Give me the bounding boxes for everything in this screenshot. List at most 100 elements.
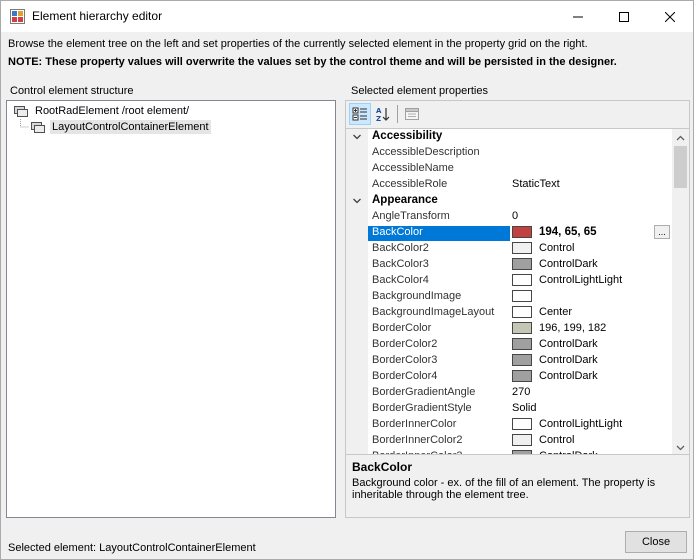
collapse-chevron-icon[interactable] xyxy=(352,196,362,206)
color-swatch xyxy=(512,370,532,382)
properties-group-label: Selected element properties xyxy=(351,85,488,97)
minimize-icon xyxy=(573,16,583,17)
property-value[interactable]: ControlDark xyxy=(512,450,598,454)
color-swatch xyxy=(512,242,532,254)
property-row[interactable]: BorderInnerColor2 Control xyxy=(346,433,672,449)
property-row[interactable]: AngleTransform 0 xyxy=(346,209,672,225)
property-grid[interactable]: Accessibility AccessibleDescription Access… xyxy=(346,128,689,455)
property-value[interactable]: ControlLightLight xyxy=(512,418,622,430)
help-text: Background color - ex. of the fill of an… xyxy=(352,477,656,501)
color-swatch xyxy=(512,434,532,446)
property-value[interactable]: 270 xyxy=(512,386,530,398)
property-row[interactable]: BorderColor 196, 199, 182 xyxy=(346,321,672,337)
app-icon xyxy=(10,9,25,24)
scroll-down-button[interactable] xyxy=(672,439,689,454)
property-help-pane: BackColor Background color - ex. of the … xyxy=(346,457,689,517)
property-row[interactable]: BackColor4 ControlLightLight xyxy=(346,273,672,289)
property-value[interactable]: Solid xyxy=(512,402,536,414)
property-name: BorderColor xyxy=(372,322,432,334)
property-value-text: Center xyxy=(539,306,573,318)
property-grid-toolbar: A Z xyxy=(346,101,689,127)
property-value[interactable]: Center xyxy=(512,306,572,318)
element-node-icon xyxy=(31,122,45,133)
property-name: BackColor3 xyxy=(372,258,429,270)
property-value[interactable]: Control xyxy=(512,434,574,446)
category-row[interactable]: Appearance xyxy=(346,193,672,209)
property-value[interactable]: ControlDark xyxy=(512,370,598,382)
vertical-scrollbar[interactable] xyxy=(672,129,689,454)
minimize-button[interactable] xyxy=(555,1,601,32)
color-swatch xyxy=(512,450,532,454)
property-value-text: ControlDark xyxy=(539,370,598,382)
property-row[interactable]: BackColor2 Control xyxy=(346,241,672,257)
property-row[interactable]: BorderColor2 ControlDark xyxy=(346,337,672,353)
property-value[interactable]: Control xyxy=(512,242,574,254)
alphabetical-button[interactable]: A Z xyxy=(372,103,394,125)
property-value-text: Control xyxy=(539,242,575,254)
maximize-icon xyxy=(619,11,629,22)
property-row[interactable]: BorderInnerColor3 ControlDark xyxy=(346,449,672,454)
description-text: Browse the element tree on the left and … xyxy=(8,38,588,50)
property-row[interactable]: BorderGradientStyle Solid xyxy=(346,401,672,417)
scroll-thumb[interactable] xyxy=(674,146,687,188)
property-value[interactable]: ControlDark xyxy=(512,258,598,270)
property-row[interactable]: BorderGradientAngle 270 xyxy=(346,385,672,401)
tree-node-root[interactable]: RootRadElement /root element/ xyxy=(13,103,191,119)
chevron-down-icon xyxy=(676,445,685,450)
category-label: Appearance xyxy=(372,194,438,206)
property-name: BorderInnerColor3 xyxy=(372,450,510,454)
close-window-button[interactable] xyxy=(647,1,693,32)
close-button[interactable]: Close xyxy=(625,531,687,553)
property-value-text: 194, 65, 65 xyxy=(539,226,597,238)
property-row[interactable]: BorderColor4 ControlDark xyxy=(346,369,672,385)
property-value[interactable]: 196, 199, 182 xyxy=(512,322,606,334)
property-row[interactable]: BackColor 194, 65, 65... xyxy=(346,225,672,241)
property-value[interactable]: ControlDark xyxy=(512,354,598,366)
property-name: BorderColor4 xyxy=(372,370,438,382)
property-row[interactable]: BorderInnerColor ControlLightLight xyxy=(346,417,672,433)
property-value-text: Control xyxy=(539,434,575,446)
property-row[interactable]: BackgroundImage xyxy=(346,289,672,305)
property-pages-button[interactable] xyxy=(401,103,423,125)
maximize-button[interactable] xyxy=(601,1,647,32)
property-name: BorderInnerColor2 xyxy=(372,434,463,446)
property-name: AngleTransform xyxy=(372,210,450,222)
property-name: BackColor4 xyxy=(372,274,429,286)
property-value[interactable]: ControlDark xyxy=(512,338,598,350)
property-name: AccessibleRole xyxy=(372,178,448,190)
property-value[interactable]: StaticText xyxy=(512,178,560,190)
property-row[interactable]: AccessibleDescription xyxy=(346,145,672,161)
property-name: BorderInnerColor xyxy=(372,418,457,430)
property-row[interactable]: AccessibleRole StaticText xyxy=(346,177,672,193)
property-value-text: 270 xyxy=(512,386,531,398)
property-name: BackColor xyxy=(368,226,510,241)
property-row[interactable]: BorderColor3 ControlDark xyxy=(346,353,672,369)
color-swatch xyxy=(512,338,532,350)
property-value[interactable]: ControlLightLight xyxy=(512,274,622,286)
property-row[interactable]: BackgroundImageLayout Center xyxy=(346,305,672,321)
property-value-text: ControlLightLight xyxy=(539,274,623,286)
ellipsis-button[interactable]: ... xyxy=(654,225,670,239)
category-row[interactable]: Accessibility xyxy=(346,129,672,145)
property-value-text: ControlDark xyxy=(539,450,598,454)
tree-node-label: RootRadElement /root element/ xyxy=(35,105,190,117)
property-name: BorderColor3 xyxy=(372,354,438,366)
note-text: NOTE: These property values will overwri… xyxy=(8,56,617,68)
property-value[interactable]: 0 xyxy=(512,210,518,222)
property-name: BackColor2 xyxy=(372,242,429,254)
property-name: BorderGradientStyle xyxy=(372,402,472,414)
property-name: BackgroundImage xyxy=(372,290,462,302)
categorized-button[interactable] xyxy=(349,103,371,125)
property-value[interactable] xyxy=(512,290,539,302)
tree-node-layout-container[interactable]: LayoutControlContainerElement xyxy=(30,119,211,135)
title-bar[interactable]: Element hierarchy editor xyxy=(1,1,693,32)
property-value-text: ControlDark xyxy=(539,354,598,366)
collapse-chevron-icon[interactable] xyxy=(352,132,362,142)
color-swatch xyxy=(512,322,532,334)
property-row[interactable]: BackColor3 ControlDark xyxy=(346,257,672,273)
element-node-icon xyxy=(14,106,28,117)
property-value[interactable]: 194, 65, 65 xyxy=(512,226,597,238)
scroll-up-button[interactable] xyxy=(672,129,689,146)
element-tree[interactable]: RootRadElement /root element/ LayoutCont… xyxy=(6,100,336,518)
property-row[interactable]: AccessibleName xyxy=(346,161,672,177)
